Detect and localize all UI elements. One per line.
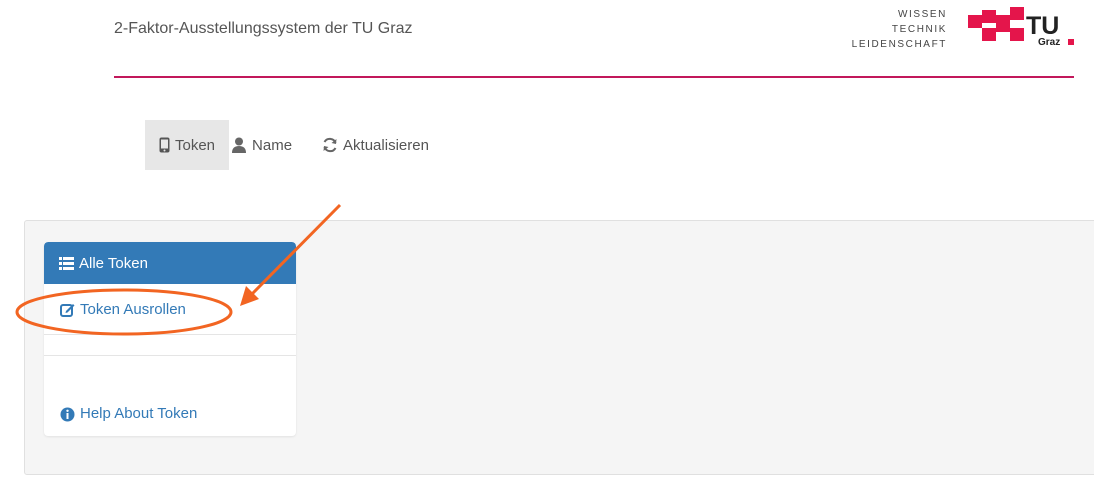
nav-item-name[interactable]: Name (229, 120, 306, 170)
nav-item-label: Token (175, 136, 216, 154)
logo-text-main: TU (1026, 12, 1059, 40)
sidebar-item-label: Alle Token (79, 254, 148, 272)
sidebar-item-help[interactable]: Help About Token (44, 356, 296, 436)
tagline-line-2: TECHNIK (891, 24, 947, 35)
nav-item-token[interactable]: Token (145, 120, 230, 170)
nav-item-label: Aktualisieren (343, 136, 429, 154)
tagline-line-1: WISSEN (897, 9, 947, 20)
edit-icon (60, 303, 75, 317)
sidebar-item-label: Token Ausrollen (80, 300, 186, 318)
sidebar-menu: Alle Token Token Ausrollen Help About To… (44, 242, 296, 436)
list-icon (59, 256, 74, 270)
nav-item-refresh[interactable]: Aktualisieren (306, 120, 443, 170)
tagline-line-3: LEIDENSCHAFT (851, 39, 947, 50)
logo-text-sub: Graz (1038, 37, 1060, 48)
mobile-icon (159, 137, 170, 153)
nav-item-label: Name (252, 136, 293, 154)
top-nav: Token Name Aktualisieren (145, 120, 443, 170)
sidebar-item-all-tokens[interactable]: Alle Token (44, 242, 296, 284)
sidebar-item-label: Help About Token (80, 405, 198, 422)
sidebar-item-token-rollout[interactable]: Token Ausrollen (44, 284, 296, 334)
user-icon (232, 137, 247, 153)
tu-graz-logo[interactable]: TU Graz (968, 6, 1078, 48)
header-divider (114, 76, 1074, 78)
info-icon (60, 407, 75, 422)
site-title: 2-Faktor-Ausstellungssystem der TU Graz (114, 20, 413, 37)
tagline: WISSEN TECHNIK LEIDENSCHAFT (840, 7, 947, 52)
refresh-icon (323, 137, 337, 153)
